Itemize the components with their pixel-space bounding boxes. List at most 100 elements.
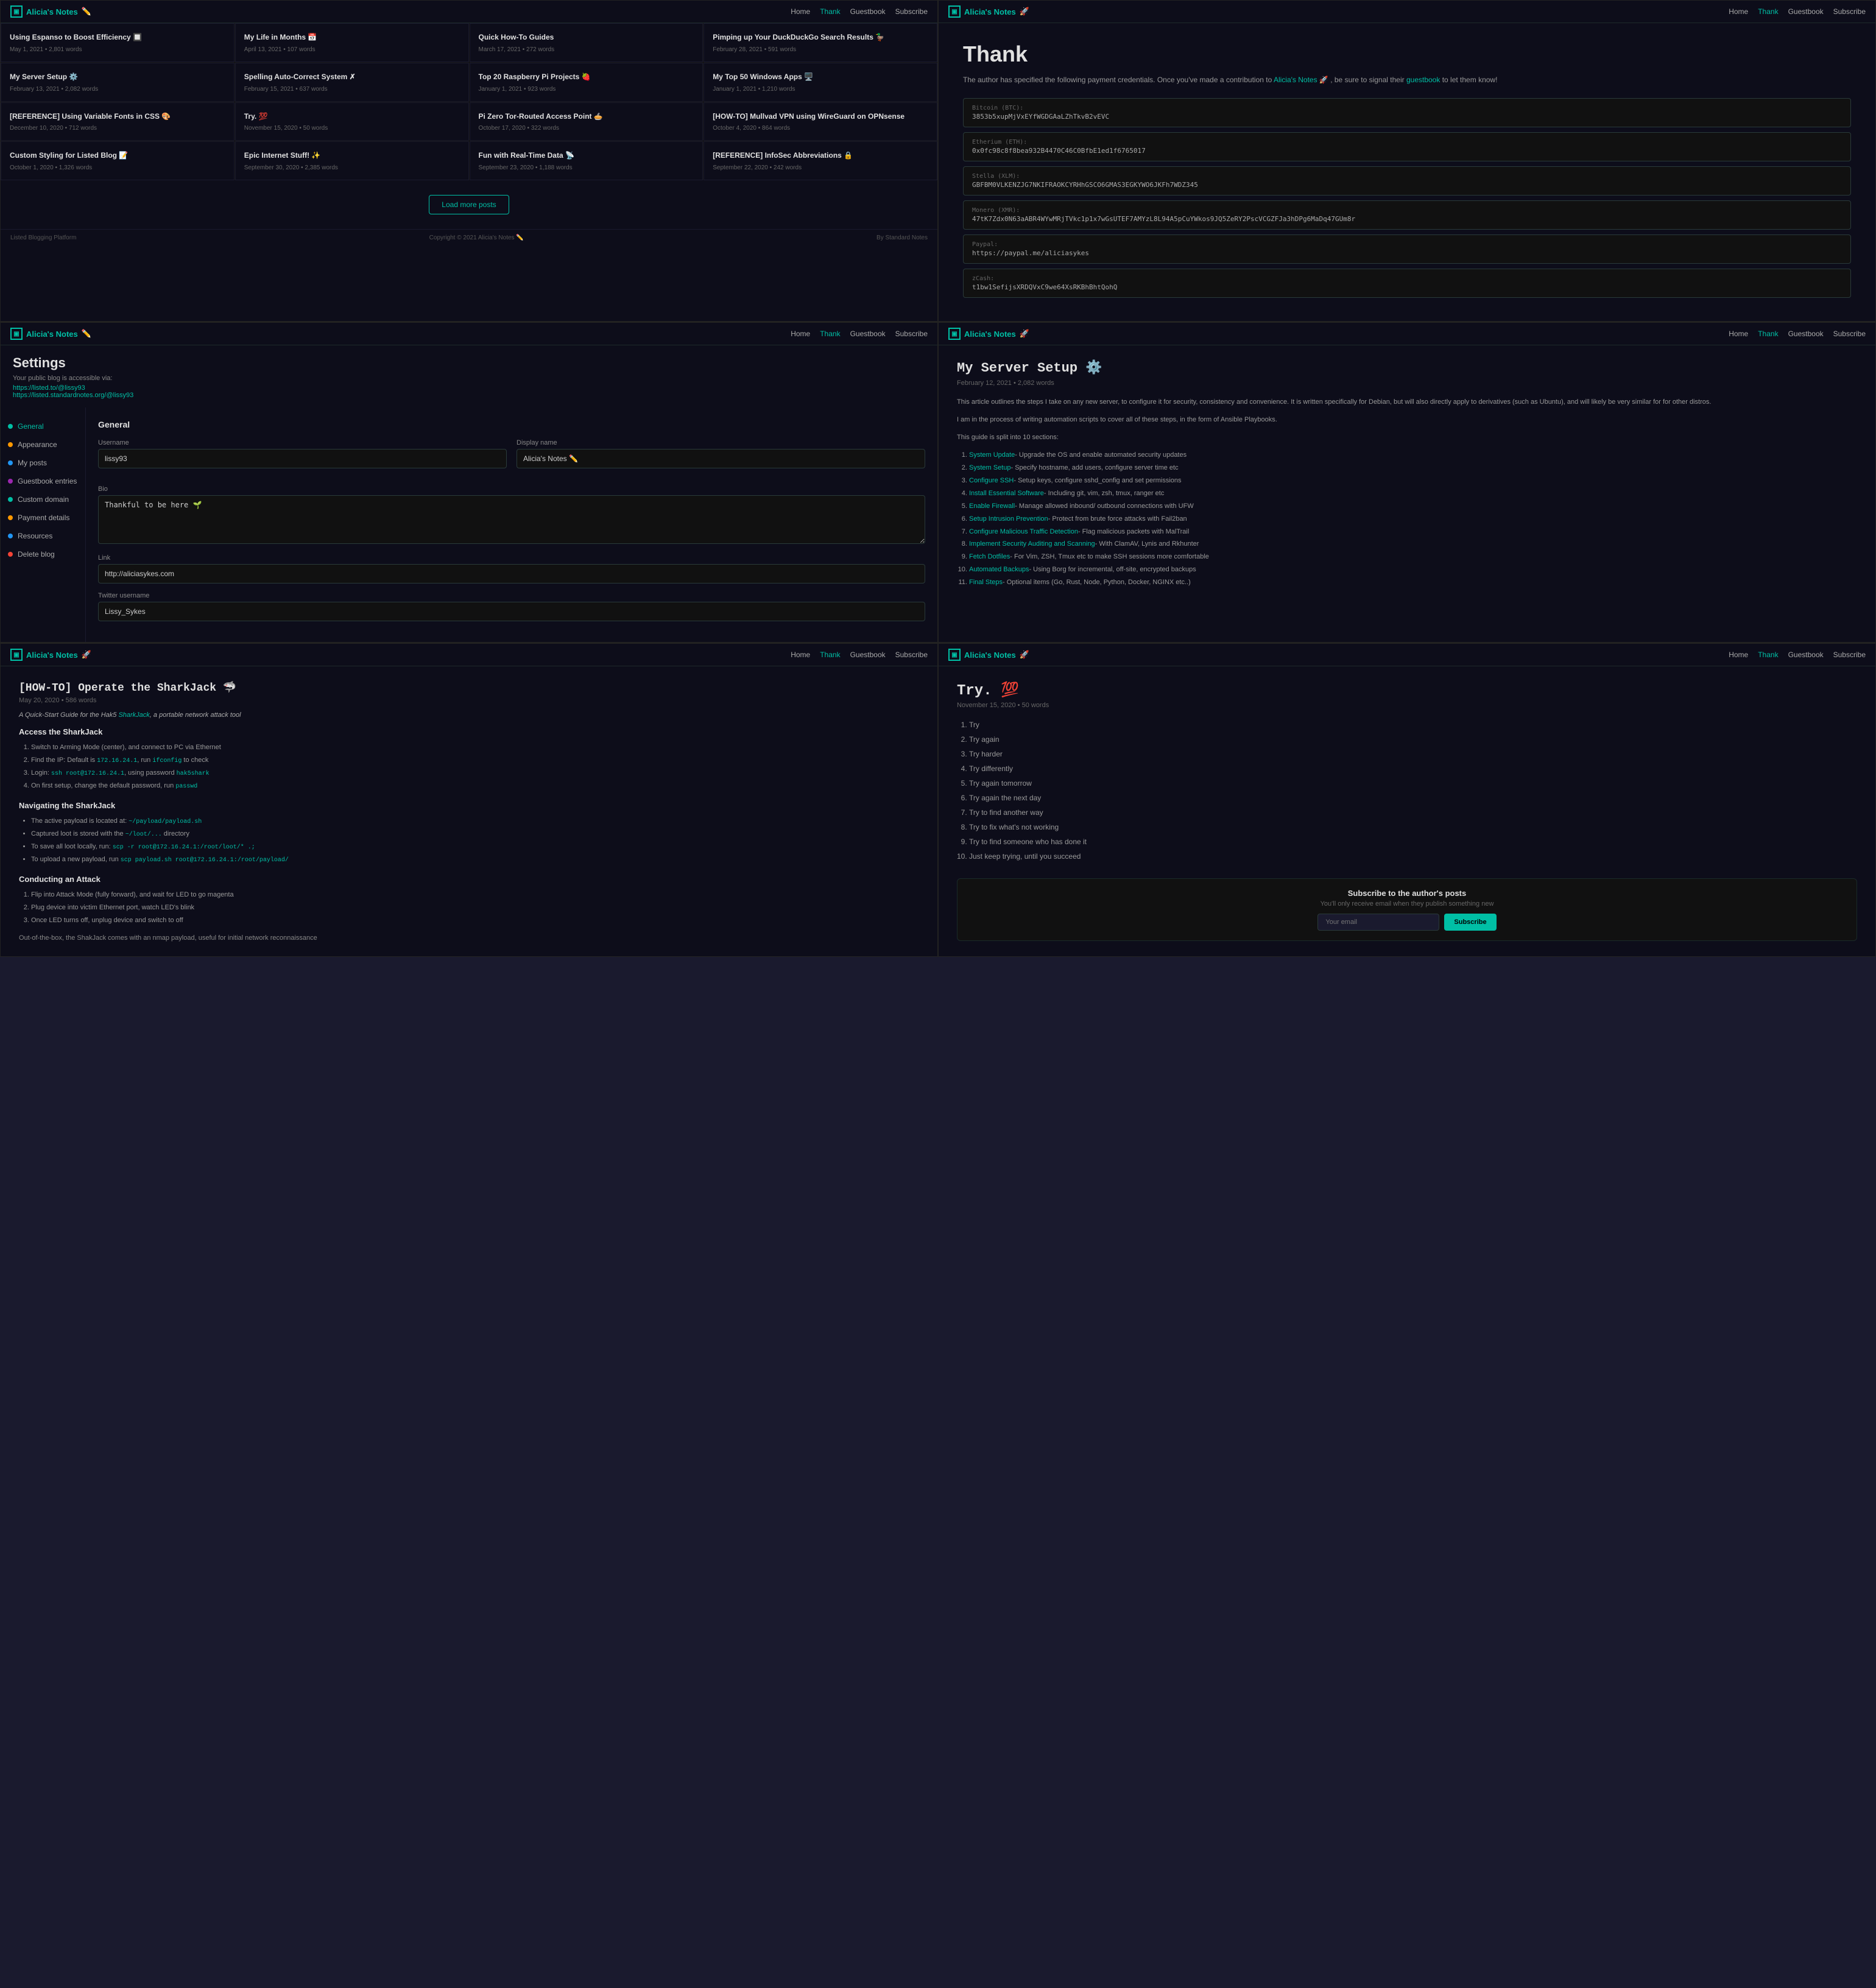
username-input[interactable]: [98, 449, 507, 468]
thank-heading: Thank: [963, 41, 1851, 67]
bio-textarea[interactable]: Thankful to be here 🌱: [98, 495, 925, 544]
blog-card[interactable]: Fun with Real-Time Data 📡 September 23, …: [470, 141, 704, 180]
list-item: Configure Malicious Traffic Detection- F…: [969, 526, 1857, 538]
nav-guestbook[interactable]: Guestbook: [1788, 7, 1824, 16]
section-link[interactable]: System Update: [969, 451, 1015, 459]
nav-guestbook[interactable]: Guestbook: [1788, 330, 1824, 338]
section-link[interactable]: Fetch Dotfiles: [969, 553, 1010, 560]
blog-url2[interactable]: https://listed.standardnotes.org/@lissy9…: [13, 392, 925, 399]
sidebar-item-posts[interactable]: My posts: [1, 454, 85, 472]
sidebar-item-appearance[interactable]: Appearance: [1, 435, 85, 454]
site-logo: ▣ Alicia's Notes ✏️: [10, 328, 91, 340]
display-name-label: Display name: [517, 439, 925, 446]
nav-home[interactable]: Home: [1729, 650, 1748, 659]
nav-subscribe[interactable]: Subscribe: [1833, 7, 1866, 16]
blog-card[interactable]: My Life in Months 📅 April 13, 2021 • 107…: [235, 23, 469, 62]
card-title: [HOW-TO] Mullvad VPN using WireGuard on …: [713, 111, 928, 122]
sidebar-item-guestbook[interactable]: Guestbook entries: [1, 472, 85, 490]
blog-card[interactable]: My Server Setup ⚙️ February 13, 2021 • 2…: [1, 63, 234, 102]
guestbook-link[interactable]: guestbook: [1406, 76, 1440, 84]
section-link[interactable]: Final Steps: [969, 579, 1003, 586]
crypto-btc: Bitcoin (BTC): 3853b5xupMjVxEYfWGDGAaLZh…: [963, 98, 1851, 127]
dot-icon: [8, 552, 13, 557]
nav-home[interactable]: Home: [791, 650, 810, 659]
nav-subscribe[interactable]: Subscribe: [1833, 650, 1866, 659]
crypto-zcash: zCash: t1bw1SefijsXRDQVxC9we64XsRKBhBhtQ…: [963, 269, 1851, 298]
twitter-input[interactable]: [98, 602, 925, 621]
blog-card[interactable]: [HOW-TO] Mullvad VPN using WireGuard on …: [704, 102, 937, 141]
section-link[interactable]: Configure SSH: [969, 477, 1014, 484]
card-title: Top 20 Raspberry Pi Projects 🍓: [479, 72, 694, 82]
dot-icon: [8, 497, 13, 502]
blog-card[interactable]: Quick How-To Guides March 17, 2021 • 272…: [470, 23, 704, 62]
nav-thank[interactable]: Thank: [820, 7, 840, 16]
sidebar-item-general[interactable]: General: [1, 417, 85, 435]
section-heading: Conducting an Attack: [19, 875, 919, 884]
section-link[interactable]: Setup Intrusion Prevention: [969, 515, 1048, 523]
nav-thank[interactable]: Thank: [820, 330, 840, 338]
blog-card[interactable]: Pi Zero Tor-Routed Access Point 🥧 Octobe…: [470, 102, 704, 141]
nav-guestbook[interactable]: Guestbook: [850, 650, 886, 659]
try-list: Try Try again Try harder Try differently…: [957, 717, 1857, 864]
load-more-button[interactable]: Load more posts: [429, 195, 509, 214]
site-link[interactable]: Alicia's Notes 🚀: [1274, 76, 1328, 84]
nav-panel2: ▣ Alicia's Notes 🚀 Home Thank Guestbook …: [939, 1, 1875, 23]
card-meta: February 15, 2021 • 637 words: [244, 86, 460, 93]
sidebar-item-delete[interactable]: Delete blog: [1, 545, 85, 563]
section-link[interactable]: Install Essential Software: [969, 490, 1044, 497]
subscribe-email-input[interactable]: [1317, 914, 1439, 931]
blog-card[interactable]: Spelling Auto-Correct System ✗ February …: [235, 63, 469, 102]
nav-thank[interactable]: Thank: [820, 650, 840, 659]
card-meta: April 13, 2021 • 107 words: [244, 46, 460, 53]
blog-card[interactable]: Using Espanso to Boost Efficiency 🔲 May …: [1, 23, 234, 62]
nav-subscribe[interactable]: Subscribe: [895, 7, 928, 16]
blog-card[interactable]: [REFERENCE] Using Variable Fonts in CSS …: [1, 102, 234, 141]
sidebar-label: Appearance: [18, 440, 57, 449]
sidebar-label: Guestbook entries: [18, 477, 77, 485]
list-item: On first setup, change the default passw…: [31, 780, 919, 792]
site-emoji: 🚀: [82, 650, 91, 660]
nav-thank[interactable]: Thank: [1758, 330, 1778, 338]
blog-card[interactable]: Custom Styling for Listed Blog 📝 October…: [1, 141, 234, 180]
section-link[interactable]: Implement Security Auditing and Scanning: [969, 540, 1095, 548]
nav-subscribe[interactable]: Subscribe: [895, 330, 928, 338]
navigate-list: The active payload is located at: ~/payl…: [19, 815, 919, 866]
section-link[interactable]: Configure Malicious Traffic Detection: [969, 528, 1078, 535]
list-item: The active payload is located at: ~/payl…: [31, 815, 919, 828]
nav-home[interactable]: Home: [791, 7, 810, 16]
nav-thank[interactable]: Thank: [1758, 7, 1778, 16]
nav-home[interactable]: Home: [1729, 330, 1748, 338]
blog-card[interactable]: [REFERENCE] InfoSec Abbreviations 🔒 Sept…: [704, 141, 937, 180]
nav-thank[interactable]: Thank: [1758, 650, 1778, 659]
list-item: Once LED turns off, unplug device and sw…: [31, 914, 919, 927]
section-link[interactable]: System Setup: [969, 464, 1010, 471]
nav-guestbook[interactable]: Guestbook: [850, 330, 886, 338]
site-emoji: 🚀: [1020, 329, 1029, 339]
nav-home[interactable]: Home: [1729, 7, 1748, 16]
subscribe-button[interactable]: Subscribe: [1444, 914, 1496, 931]
blog-card[interactable]: Try. 💯 November 15, 2020 • 50 words: [235, 102, 469, 141]
nav-guestbook[interactable]: Guestbook: [850, 7, 886, 16]
sidebar-item-resources[interactable]: Resources: [1, 527, 85, 545]
blog-url1[interactable]: https://listed.to/@lissy93: [13, 384, 925, 392]
section-heading: Navigating the SharkJack: [19, 801, 919, 810]
nav-subscribe[interactable]: Subscribe: [1833, 330, 1866, 338]
list-item: To upload a new payload, run scp payload…: [31, 853, 919, 866]
link-input[interactable]: [98, 564, 925, 583]
blog-card[interactable]: Pimping up Your DuckDuckGo Search Result…: [704, 23, 937, 62]
sidebar-item-payment[interactable]: Payment details: [1, 509, 85, 527]
sidebar-item-domain[interactable]: Custom domain: [1, 490, 85, 509]
panel-try: ▣ Alicia's Notes 🚀 Home Thank Guestbook …: [938, 643, 1876, 957]
article-sections-list: System Update- Upgrade the OS and enable…: [957, 449, 1857, 589]
card-meta: January 1, 2021 • 1,210 words: [713, 86, 928, 93]
sharkjack-link[interactable]: SharkJack: [118, 711, 149, 719]
nav-home[interactable]: Home: [791, 330, 810, 338]
blog-card[interactable]: My Top 50 Windows Apps 🖥️ January 1, 202…: [704, 63, 937, 102]
blog-card[interactable]: Top 20 Raspberry Pi Projects 🍓 January 1…: [470, 63, 704, 102]
section-link[interactable]: Automated Backups: [969, 566, 1029, 573]
nav-subscribe[interactable]: Subscribe: [895, 650, 928, 659]
section-link[interactable]: Enable Firewall: [969, 502, 1015, 510]
nav-guestbook[interactable]: Guestbook: [1788, 650, 1824, 659]
blog-card[interactable]: Epic Internet Stuff! ✨ September 30, 202…: [235, 141, 469, 180]
display-name-input[interactable]: [517, 449, 925, 468]
